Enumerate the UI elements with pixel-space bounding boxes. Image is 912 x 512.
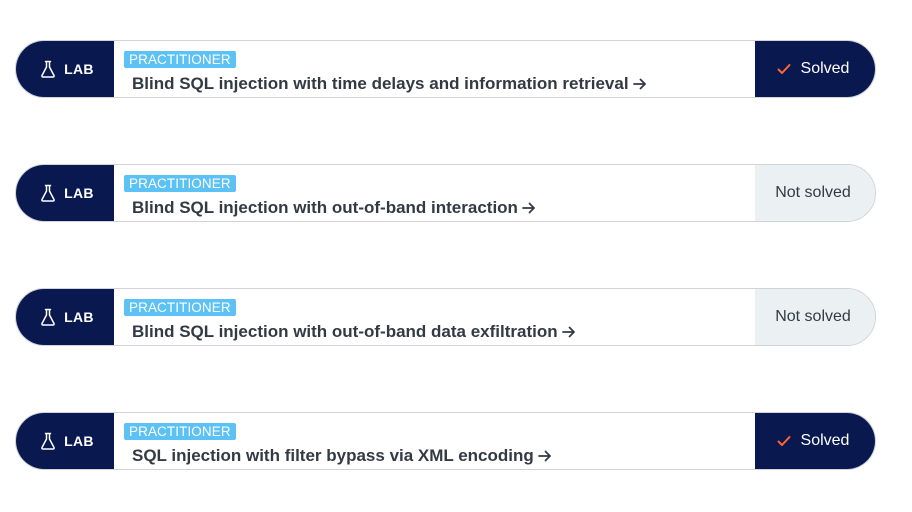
status-badge: Not solved [755, 289, 875, 345]
lab-main: PRACTITIONER Blind SQL injection with ou… [114, 165, 755, 221]
lab-card[interactable]: LAB PRACTITIONER Blind SQL injection wit… [15, 164, 876, 222]
lab-title-text: Blind SQL injection with out-of-band int… [132, 198, 518, 217]
lab-title-link[interactable]: Blind SQL injection with time delays and… [132, 74, 647, 95]
flask-icon [40, 184, 56, 202]
flask-icon [40, 60, 56, 78]
check-icon [777, 63, 791, 75]
status-badge: Solved [755, 413, 875, 469]
status-label: Not solved [775, 308, 851, 325]
lab-card[interactable]: LAB PRACTITIONER Blind SQL injection wit… [15, 288, 876, 346]
arrow-right-icon [522, 199, 536, 219]
flask-icon [40, 308, 56, 326]
level-badge: PRACTITIONER [124, 51, 236, 68]
status-label: Solved [800, 432, 850, 449]
lab-title-link[interactable]: Blind SQL injection with out-of-band dat… [132, 322, 576, 343]
status-badge: Not solved [755, 165, 875, 221]
lab-card[interactable]: LAB PRACTITIONER SQL injection with filt… [15, 412, 876, 470]
lab-tag-label: LAB [64, 61, 94, 77]
arrow-right-icon [537, 447, 552, 467]
lab-list: LAB PRACTITIONER Blind SQL injection wit… [0, 0, 912, 512]
lab-main: PRACTITIONER Blind SQL injection with ti… [114, 41, 755, 97]
lab-tag: LAB [16, 41, 114, 97]
lab-main: PRACTITIONER SQL injection with filter b… [114, 413, 755, 469]
status-badge: Solved [755, 41, 875, 97]
arrow-right-icon [632, 75, 647, 95]
level-badge: PRACTITIONER [124, 423, 236, 440]
level-badge: PRACTITIONER [124, 175, 236, 192]
lab-tag: LAB [16, 289, 114, 345]
check-icon [777, 435, 791, 447]
level-badge: PRACTITIONER [124, 299, 236, 316]
arrow-right-icon [561, 323, 576, 343]
lab-card[interactable]: LAB PRACTITIONER Blind SQL injection wit… [15, 40, 876, 98]
lab-tag: LAB [16, 413, 114, 469]
lab-tag: LAB [16, 165, 114, 221]
lab-title-text: Blind SQL injection with time delays and… [132, 74, 629, 93]
lab-tag-label: LAB [64, 433, 94, 449]
status-label: Solved [800, 60, 850, 77]
status-label: Not solved [775, 184, 851, 201]
lab-title-text: Blind SQL injection with out-of-band dat… [132, 322, 558, 341]
flask-icon [40, 432, 56, 450]
lab-title-text: SQL injection with filter bypass via XML… [132, 446, 534, 465]
lab-title-link[interactable]: Blind SQL injection with out-of-band int… [132, 198, 536, 219]
lab-title-link[interactable]: SQL injection with filter bypass via XML… [132, 446, 552, 467]
lab-tag-label: LAB [64, 185, 94, 201]
lab-main: PRACTITIONER Blind SQL injection with ou… [114, 289, 755, 345]
lab-tag-label: LAB [64, 309, 94, 325]
